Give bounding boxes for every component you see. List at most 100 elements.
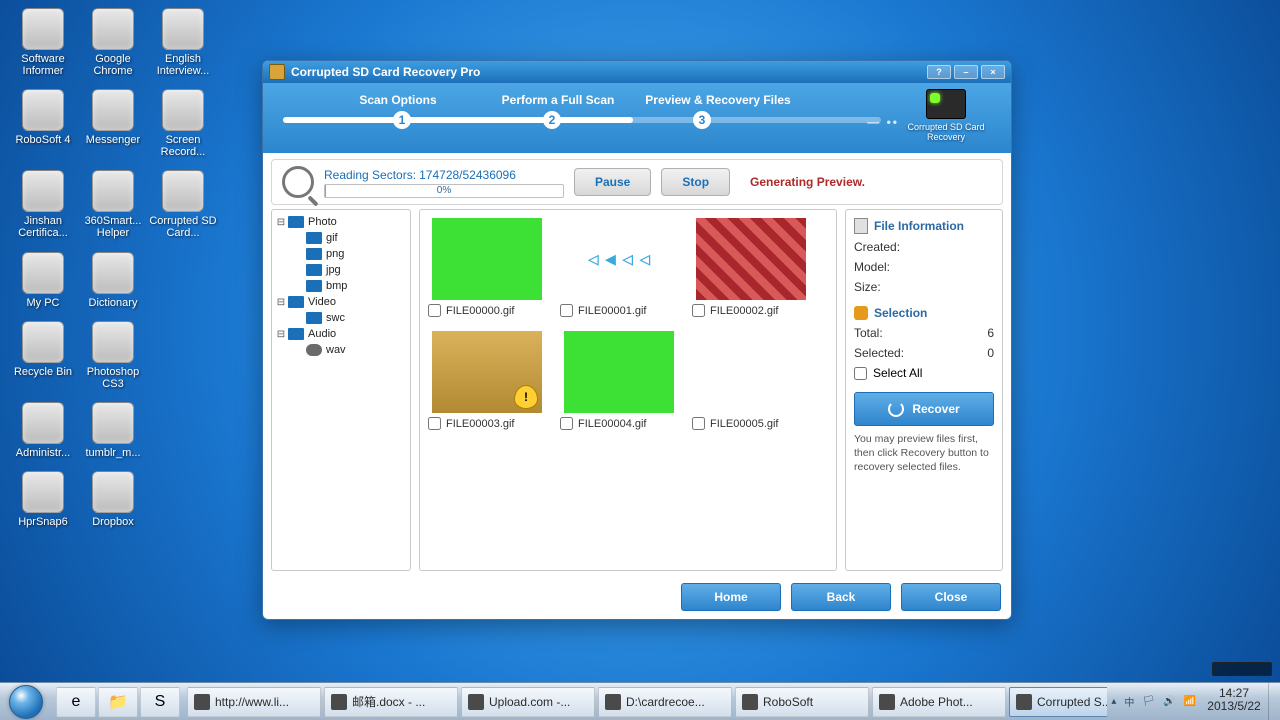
taskbar-task[interactable]: D:\cardrecoe...	[598, 687, 732, 717]
desktop-icon-label: English Interview...	[148, 53, 218, 77]
pinned-sogou[interactable]: S	[140, 687, 180, 717]
tray-network-icon[interactable]: 📶	[1184, 696, 1196, 707]
desktop-icon[interactable]: Screen Record...	[148, 89, 218, 158]
task-label: RoboSoft	[763, 695, 813, 709]
tray-ime-icon[interactable]: 中	[1124, 694, 1134, 709]
taskbar-clock[interactable]: 14:27 2013/5/22	[1200, 683, 1268, 720]
desktop-icon-label: Messenger	[78, 134, 148, 146]
desktop-icon[interactable]: Software Informer	[8, 8, 78, 77]
scan-progress-row: Reading Sectors: 174728/52436096 0% Paus…	[271, 159, 1003, 205]
file-select-checkbox[interactable]	[428, 417, 441, 430]
start-button[interactable]	[0, 683, 52, 720]
file-thumbnail[interactable]: FILE00002.gif	[692, 218, 810, 317]
file-thumbnail[interactable]: FILE00003.gif	[428, 331, 546, 430]
file-select-checkbox[interactable]	[560, 304, 573, 317]
tree-toggle-icon[interactable]: ⊟	[276, 329, 286, 340]
tray-flag-icon[interactable]: 🏳	[1142, 696, 1155, 707]
file-thumbnail[interactable]: ◃ ◂ ◃ ◃FILE00001.gif	[560, 218, 678, 317]
desktop-icon-image	[22, 8, 64, 50]
file-thumbnail[interactable]: FILE00000.gif	[428, 218, 546, 317]
taskbar-task[interactable]: Corrupted S...	[1009, 687, 1107, 717]
tray-expand-icon[interactable]: ▴	[1111, 696, 1116, 707]
file-select-checkbox[interactable]	[692, 304, 705, 317]
desktop-icon-label: Dropbox	[78, 516, 148, 528]
help-button[interactable]: ?	[927, 65, 951, 79]
step-3-node[interactable]: 3	[693, 111, 711, 129]
desktop-icon-label: Screen Record...	[148, 134, 218, 158]
back-button[interactable]: Back	[791, 583, 891, 611]
tree-node[interactable]: ⊟Video	[276, 294, 406, 310]
minimize-button[interactable]: –	[954, 65, 978, 79]
system-tray[interactable]: ▴ 中 🏳 🔊 📶	[1107, 683, 1200, 720]
desktop-icon[interactable]: Recycle Bin	[8, 321, 78, 390]
desktop-icon[interactable]: HprSnap6	[8, 471, 78, 528]
tree-leaf[interactable]: jpg	[276, 262, 406, 278]
file-type-icon	[306, 280, 322, 292]
desktop-icon[interactable]: RoboSoft 4	[8, 89, 78, 158]
tree-toggle-icon[interactable]: ⊟	[276, 297, 286, 308]
file-type-icon	[306, 312, 322, 324]
thumbnail-image	[432, 331, 542, 413]
pinned-explorer[interactable]: 📁	[98, 687, 138, 717]
hand-icon	[854, 306, 868, 320]
close-button[interactable]: ×	[981, 65, 1005, 79]
task-icon	[742, 694, 758, 710]
show-desktop-button[interactable]	[1268, 683, 1280, 720]
tree-node[interactable]: ⊟Audio	[276, 326, 406, 342]
taskbar-task[interactable]: RoboSoft	[735, 687, 869, 717]
desktop-icon-label: HprSnap6	[8, 516, 78, 528]
stop-button[interactable]: Stop	[661, 168, 730, 196]
file-type-icon	[306, 264, 322, 276]
titlebar[interactable]: Corrupted SD Card Recovery Pro ? – ×	[263, 61, 1011, 83]
file-thumbnail[interactable]: FILE00004.gif	[560, 331, 678, 430]
step-2-label: Perform a Full Scan	[473, 93, 643, 107]
file-select-checkbox[interactable]	[692, 417, 705, 430]
taskbar-task[interactable]: Adobe Phot...	[872, 687, 1006, 717]
file-thumbnail[interactable]: FILE00005.gif	[692, 331, 810, 430]
window-title: Corrupted SD Card Recovery Pro	[291, 65, 480, 79]
desktop-icon-image	[92, 8, 134, 50]
desktop-icon[interactable]: Dictionary	[78, 252, 148, 309]
desktop-icon-label: tumblr_m...	[78, 447, 148, 459]
desktop-icon[interactable]: Messenger	[78, 89, 148, 158]
desktop-icon[interactable]: tumblr_m...	[78, 402, 148, 459]
step-2-node[interactable]: 2	[543, 111, 561, 129]
pinned-ie[interactable]: e	[56, 687, 96, 717]
desktop-icon-label: Google Chrome	[78, 53, 148, 77]
recover-button[interactable]: Recover	[854, 392, 994, 426]
tray-volume-icon[interactable]: 🔊	[1163, 696, 1175, 707]
tree-node[interactable]: ⊟Photo	[276, 214, 406, 230]
close-app-button[interactable]: Close	[901, 583, 1001, 611]
pause-button[interactable]: Pause	[574, 168, 651, 196]
desktop-icon[interactable]: 360Smart... Helper	[78, 170, 148, 239]
desktop-icon[interactable]: Corrupted SD Card...	[148, 170, 218, 239]
desktop-icon-image	[92, 402, 134, 444]
tree-leaf[interactable]: png	[276, 246, 406, 262]
desktop-icon-image	[162, 170, 204, 212]
tree-toggle-icon[interactable]: ⊟	[276, 217, 286, 228]
desktop-icon[interactable]: Administr...	[8, 402, 78, 459]
tree-leaf[interactable]: gif	[276, 230, 406, 246]
taskbar-task[interactable]: Upload.com -...	[461, 687, 595, 717]
desktop-icon[interactable]: Photoshop CS3	[78, 321, 148, 390]
taskbar-task[interactable]: http://www.li...	[187, 687, 321, 717]
category-tree[interactable]: ⊟Photogifpngjpgbmp⊟Videoswc⊟Audiowav	[271, 209, 411, 571]
desktop-icon[interactable]: Google Chrome	[78, 8, 148, 77]
thumbnail-image: ◃ ◂ ◃ ◃	[564, 218, 674, 300]
taskbar: e 📁 S http://www.li... 邮箱.docx - ...Uploa…	[0, 682, 1280, 720]
tree-leaf[interactable]: bmp	[276, 278, 406, 294]
file-select-checkbox[interactable]	[428, 304, 441, 317]
desktop-mini-widget[interactable]	[1212, 662, 1272, 676]
file-select-checkbox[interactable]	[560, 417, 573, 430]
desktop-icon[interactable]: Dropbox	[78, 471, 148, 528]
home-button[interactable]: Home	[681, 583, 781, 611]
tree-leaf[interactable]: swc	[276, 310, 406, 326]
task-label: http://www.li...	[215, 695, 289, 709]
select-all-checkbox[interactable]: Select All	[854, 366, 994, 380]
desktop-icon[interactable]: Jinshan Certifica...	[8, 170, 78, 239]
desktop-icon[interactable]: My PC	[8, 252, 78, 309]
taskbar-task[interactable]: 邮箱.docx - ...	[324, 687, 458, 717]
step-1-node[interactable]: 1	[393, 111, 411, 129]
desktop-icon[interactable]: English Interview...	[148, 8, 218, 77]
tree-leaf[interactable]: wav	[276, 342, 406, 358]
